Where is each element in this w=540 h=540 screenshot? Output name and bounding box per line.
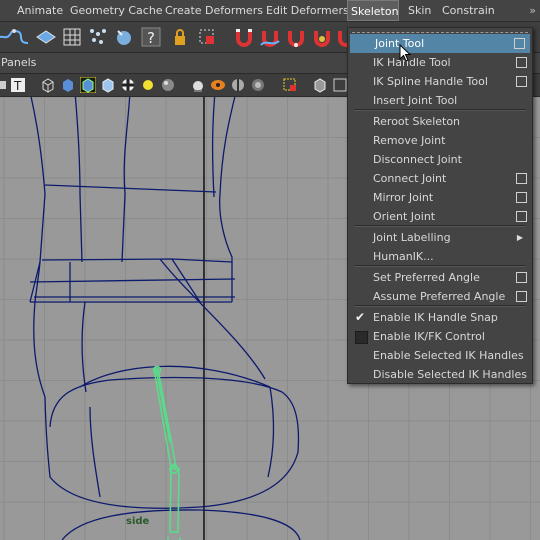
menu-item-joint-tool[interactable]: Joint Tool (350, 34, 530, 53)
menu-item-reroot-skeleton[interactable]: Reroot Skeleton (348, 112, 532, 131)
menu-item-enable-ik-fk-control[interactable]: Enable IK/FK Control (348, 327, 532, 346)
menu-item-label: Enable IK Handle Snap (373, 311, 498, 324)
menu-item-insert-joint-tool[interactable]: Insert Joint Tool (348, 91, 532, 110)
camera-attributes-icon[interactable] (0, 77, 10, 93)
option-box-icon[interactable] (516, 192, 527, 203)
shadows-icon[interactable] (160, 77, 176, 93)
depth-of-field-icon[interactable] (210, 77, 226, 93)
textured-cube-icon[interactable] (100, 77, 116, 93)
main-menubar: Animate Geometry Cache Create Deformers … (0, 0, 540, 22)
menu-divider (354, 225, 526, 227)
viewport-camera-label: side (126, 516, 150, 527)
menu-item-joint-labelling[interactable]: Joint Labelling ▶ (348, 228, 532, 247)
menu-item-label: Disconnect Joint (373, 153, 462, 166)
menu-item-mirror-joint[interactable]: Mirror Joint (348, 188, 532, 207)
checker-icon[interactable] (120, 77, 136, 93)
menu-item-enable-ik-handle-snap[interactable]: ✔ Enable IK Handle Snap (348, 308, 532, 327)
xray-joints-icon[interactable] (332, 77, 348, 93)
menu-item-label: Disable Selected IK Handles (373, 368, 527, 381)
magnet-snap-grid-icon[interactable] (232, 25, 256, 49)
menu-item-enable-selected-ik-handles[interactable]: Enable Selected IK Handles (348, 346, 532, 365)
joint-chain[interactable] (152, 365, 181, 540)
menu-item-disable-selected-ik-handles[interactable]: Disable Selected IK Handles (348, 365, 532, 384)
plane-tool-icon[interactable] (34, 25, 58, 49)
menu-item-label: Enable Selected IK Handles (373, 349, 524, 362)
shaded-cube-icon[interactable] (60, 77, 76, 93)
xray-icon[interactable] (312, 77, 328, 93)
menu-item-label: IK Spline Handle Tool (373, 75, 488, 88)
menu-item-label: Set Preferred Angle (373, 271, 480, 284)
skeleton-menu-dropdown: Joint Tool IK Handle Tool IK Spline Handle… (347, 27, 533, 384)
menu-skeleton[interactable]: Skeleton (347, 0, 399, 21)
menu-item-label: Insert Joint Tool (373, 94, 458, 107)
isolate-select-icon[interactable] (282, 77, 298, 93)
lattice-icon[interactable] (60, 25, 84, 49)
unchecked-box-icon (355, 331, 368, 344)
menu-item-ik-spline-handle-tool[interactable]: IK Spline Handle Tool (348, 72, 532, 91)
default-light-icon[interactable] (140, 77, 156, 93)
menu-item-label: Orient Joint (373, 210, 436, 223)
menu-item-humanik[interactable]: HumanIK... (348, 247, 532, 266)
menu-constrain[interactable]: Constrain (442, 0, 495, 21)
option-box-icon[interactable] (516, 173, 527, 184)
menu-item-label: Assume Preferred Angle (373, 290, 506, 303)
deform-sphere-icon[interactable] (112, 25, 136, 49)
menu-divider (354, 265, 526, 267)
help-icon[interactable]: ? (139, 25, 163, 49)
menu-item-label: Remove Joint (373, 134, 446, 147)
menu-divider (354, 305, 526, 307)
mouse-cursor-icon (399, 44, 412, 62)
magnet-snap-point-icon[interactable] (284, 25, 308, 49)
checkmark-icon: ✔ (355, 310, 366, 324)
select-component-icon[interactable] (195, 25, 219, 49)
menu-item-remove-joint[interactable]: Remove Joint (348, 131, 532, 150)
menu-create-deformers[interactable]: Create Deformers (165, 0, 263, 21)
menu-item-connect-joint[interactable]: Connect Joint (348, 169, 532, 188)
magnet-snap-view-icon[interactable] (310, 25, 334, 49)
panels-menu[interactable]: Panels (1, 53, 36, 73)
menu-geometry-cache[interactable]: Geometry Cache (70, 0, 163, 21)
svg-text:T: T (13, 79, 22, 93)
bezier-curve-icon[interactable] (9, 25, 33, 49)
option-box-icon[interactable] (516, 57, 527, 68)
menu-item-assume-preferred-angle[interactable]: Assume Preferred Angle (348, 287, 532, 306)
menu-item-label: Joint Labelling (373, 231, 451, 244)
option-box-icon[interactable] (516, 272, 527, 283)
menu-item-label: Connect Joint (373, 172, 447, 185)
svg-text:?: ? (147, 29, 155, 47)
menu-item-ik-handle-tool[interactable]: IK Handle Tool (348, 53, 532, 72)
menu-edit-deformers[interactable]: Edit Deformers (266, 0, 349, 21)
menu-item-label: Mirror Joint (373, 191, 434, 204)
submenu-arrow-icon: ▶ (516, 233, 523, 242)
menu-skin[interactable]: Skin (408, 0, 431, 21)
character-wireframe (29, 97, 301, 540)
option-box-icon[interactable] (516, 291, 527, 302)
menu-item-label: HumanIK... (373, 250, 434, 263)
lock-icon[interactable] (168, 25, 192, 49)
menu-tear-off-bar[interactable] (352, 32, 528, 33)
menu-animate[interactable]: Animate (17, 0, 63, 21)
wireframe-cube-icon[interactable] (40, 77, 56, 93)
menu-item-orient-joint[interactable]: Orient Joint (348, 207, 532, 226)
wireframe-on-shaded-icon[interactable] (80, 77, 96, 93)
menubar-overflow-icon[interactable]: » (529, 0, 536, 21)
menu-divider (354, 109, 526, 111)
magnet-snap-curve-icon[interactable] (258, 25, 282, 49)
motion-blur-icon[interactable] (230, 77, 246, 93)
option-box-icon[interactable] (514, 38, 525, 49)
option-box-icon[interactable] (516, 76, 527, 87)
option-box-icon[interactable] (516, 211, 527, 222)
high-quality-icon[interactable] (190, 77, 206, 93)
text-display-icon[interactable]: T (10, 77, 26, 93)
menu-item-label: Reroot Skeleton (373, 115, 461, 128)
menu-item-label: Enable IK/FK Control (373, 330, 485, 343)
menu-item-disconnect-joint[interactable]: Disconnect Joint (348, 150, 532, 169)
particle-grid-icon[interactable] (86, 25, 110, 49)
ambient-occlusion-icon[interactable] (250, 77, 266, 93)
menu-item-set-preferred-angle[interactable]: Set Preferred Angle (348, 268, 532, 287)
